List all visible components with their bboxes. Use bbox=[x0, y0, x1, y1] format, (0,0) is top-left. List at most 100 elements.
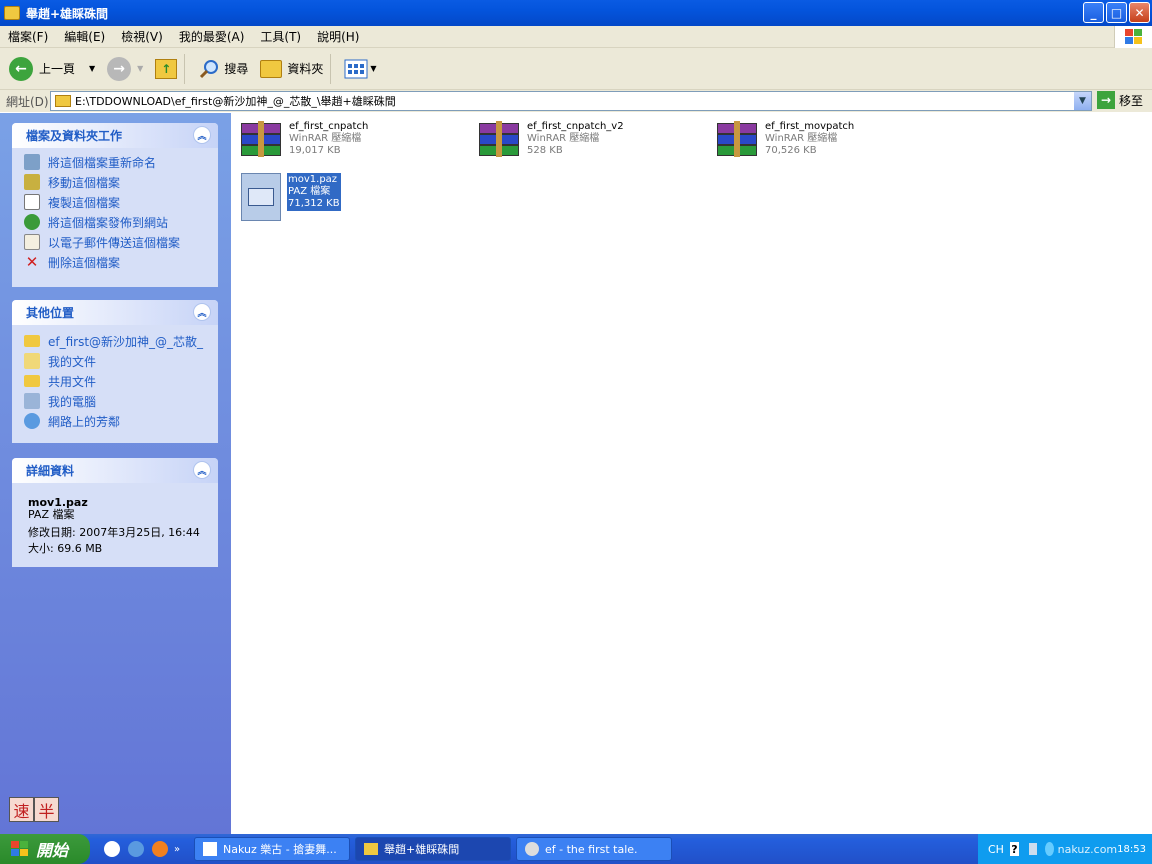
file-size: 528 KB bbox=[527, 145, 563, 156]
folder-icon bbox=[55, 95, 71, 107]
start-button[interactable]: 開始 bbox=[0, 834, 90, 864]
go-arrow-icon: → bbox=[1097, 91, 1115, 109]
task-label: 將這個檔案重新命名 bbox=[48, 155, 157, 170]
place-my-documents[interactable]: 我的文件 bbox=[12, 351, 218, 371]
task-email[interactable]: 以電子郵件傳送這個檔案 bbox=[12, 232, 218, 252]
back-label: 上一頁 bbox=[39, 62, 76, 76]
go-button[interactable]: → 移至 bbox=[1097, 91, 1143, 109]
folder-icon bbox=[4, 6, 20, 20]
panel-title: 其他位置 bbox=[26, 306, 75, 320]
winrar-archive-icon bbox=[239, 121, 283, 159]
task-copy[interactable]: 複製這個檔案 bbox=[12, 192, 218, 212]
folders-button[interactable]: 資料夾 bbox=[257, 52, 326, 86]
clock[interactable]: 18:53 bbox=[1117, 844, 1146, 855]
internet-explorer-icon[interactable] bbox=[128, 841, 144, 857]
minimize-button[interactable]: _ bbox=[1083, 2, 1104, 23]
forward-button[interactable]: → ▼ bbox=[104, 52, 146, 86]
address-dropdown-icon[interactable]: ▼ bbox=[1074, 92, 1091, 110]
maximize-button[interactable]: □ bbox=[1106, 2, 1127, 23]
menu-tools[interactable]: 工具(T) bbox=[252, 28, 309, 45]
other-places-panel: 其他位置 ︽ ef_first@新沙加神_@_芯散_ 我的文件 共用文件 我的電腦… bbox=[12, 300, 218, 443]
file-type: WinRAR 壓縮檔 bbox=[527, 133, 600, 144]
menu-view[interactable]: 檢視(V) bbox=[113, 28, 171, 45]
close-button[interactable]: ✕ bbox=[1129, 2, 1150, 23]
start-label: 開始 bbox=[36, 841, 69, 860]
delete-x-icon: ✕ bbox=[25, 253, 39, 271]
help-icon[interactable]: ? bbox=[1009, 842, 1019, 856]
ime-speed[interactable]: 速 bbox=[9, 797, 34, 822]
views-button[interactable]: ▼ bbox=[341, 52, 379, 86]
address-path: E:\TDDOWNLOAD\ef_first@新沙加神_@_芯散_\舉趙+雄睬硃… bbox=[75, 95, 396, 108]
place-my-computer[interactable]: 我的電腦 bbox=[12, 391, 218, 411]
task-move[interactable]: 移動這個檔案 bbox=[12, 172, 218, 192]
task-label: 將這個檔案發佈到網站 bbox=[48, 215, 169, 230]
panel-title: 詳細資料 bbox=[26, 464, 75, 478]
windows-logo-icon bbox=[11, 841, 28, 856]
menu-favorites[interactable]: 我的最愛(A) bbox=[171, 28, 253, 45]
panel-header[interactable]: 詳細資料 ︽ bbox=[12, 458, 218, 483]
title-bar[interactable]: 舉趙+雄睬硃間 _ □ ✕ bbox=[0, 0, 1152, 26]
window-title: 舉趙+雄睬硃間 bbox=[26, 6, 109, 21]
task-label: 刪除這個檔案 bbox=[48, 255, 121, 270]
computer-icon bbox=[24, 393, 40, 409]
language-indicator[interactable]: CH bbox=[988, 843, 1004, 856]
panel-header[interactable]: 其他位置 ︽ bbox=[12, 300, 218, 325]
place-parent-folder[interactable]: ef_first@新沙加神_@_芯散_ bbox=[12, 331, 218, 351]
toolbar: ← 上一頁 ▼ → ▼ ↑ 搜尋 資料夾 ▼ bbox=[0, 48, 1152, 90]
document-icon bbox=[203, 842, 217, 856]
task-rename[interactable]: 將這個檔案重新命名 bbox=[12, 152, 218, 172]
panel-header[interactable]: 檔案及資料夾工作 ︽ bbox=[12, 123, 218, 148]
network-icon bbox=[24, 413, 40, 429]
media-player-icon[interactable] bbox=[104, 841, 120, 857]
collapse-icon[interactable]: ︽ bbox=[193, 461, 211, 479]
collapse-icon[interactable]: ︽ bbox=[193, 303, 211, 321]
ime-half-width[interactable]: 半 bbox=[34, 797, 59, 822]
file-item-selected[interactable]: mov1.paz PAZ 檔案 71,312 KB bbox=[241, 173, 341, 221]
folder-icon bbox=[24, 375, 40, 387]
taskbar-task-explorer[interactable]: 舉趙+雄睬硃間 bbox=[355, 837, 511, 861]
chevron-down-icon: ▼ bbox=[89, 64, 96, 73]
separator bbox=[184, 53, 186, 84]
back-arrow-icon: ← bbox=[9, 56, 33, 81]
firefox-icon[interactable] bbox=[152, 841, 168, 857]
app-icon bbox=[525, 842, 539, 856]
file-tasks-panel: 檔案及資料夾工作 ︽ 將這個檔案重新命名 移動這個檔案 複製這個檔案 將這個檔案發… bbox=[12, 123, 218, 287]
place-label: 共用文件 bbox=[48, 374, 97, 389]
quicklaunch-more-icon[interactable]: » bbox=[174, 844, 180, 855]
menu-help[interactable]: 說明(H) bbox=[309, 28, 367, 45]
file-item[interactable]: ef_first_cnpatch WinRAR 壓縮檔 19,017 KB bbox=[239, 121, 368, 159]
paz-file-icon bbox=[241, 173, 281, 221]
place-label: 我的文件 bbox=[48, 354, 97, 369]
menu-file[interactable]: 檔案(F) bbox=[0, 28, 56, 45]
place-shared-documents[interactable]: 共用文件 bbox=[12, 371, 218, 391]
task-delete[interactable]: ✕ 刪除這個檔案 bbox=[12, 252, 218, 272]
search-button[interactable]: 搜尋 bbox=[195, 52, 251, 86]
task-label: 以電子郵件傳送這個檔案 bbox=[48, 235, 181, 250]
task-pane: 檔案及資料夾工作 ︽ 將這個檔案重新命名 移動這個檔案 複製這個檔案 將這個檔案發… bbox=[0, 113, 231, 834]
file-item[interactable]: ef_first_movpatch WinRAR 壓縮檔 70,526 KB bbox=[715, 121, 854, 159]
tray-app-icon[interactable] bbox=[1044, 842, 1054, 856]
ime-toolbar[interactable]: 速 半 bbox=[9, 797, 59, 822]
task-label: 複製這個檔案 bbox=[48, 195, 121, 210]
place-network[interactable]: 網路上的芳鄰 bbox=[12, 411, 218, 431]
go-label: 移至 bbox=[1119, 93, 1144, 108]
task-label: 舉趙+雄睬硃間 bbox=[384, 843, 460, 856]
menu-edit[interactable]: 編輯(E) bbox=[56, 28, 113, 45]
taskbar-task-nakuz[interactable]: Nakuz 樂古 - 搶妻舞... bbox=[194, 837, 350, 861]
panel-title: 檔案及資料夾工作 bbox=[26, 129, 123, 143]
address-input[interactable]: E:\TDDOWNLOAD\ef_first@新沙加神_@_芯散_\舉趙+雄睬硃… bbox=[50, 91, 1092, 111]
taskbar-task-ef[interactable]: ef - the first tale. bbox=[516, 837, 672, 861]
file-type: WinRAR 壓縮檔 bbox=[765, 133, 838, 144]
back-button[interactable]: ← 上一頁 ▼ bbox=[6, 52, 98, 86]
details-panel: 詳細資料 ︽ mov1.paz PAZ 檔案 修改日期: 2007年3月25日, … bbox=[12, 458, 218, 567]
documents-icon bbox=[24, 353, 40, 369]
task-publish[interactable]: 將這個檔案發佈到網站 bbox=[12, 212, 218, 232]
up-button[interactable]: ↑ bbox=[152, 52, 180, 86]
separator bbox=[330, 53, 332, 84]
network-tray-icon[interactable] bbox=[1028, 843, 1037, 855]
search-icon bbox=[200, 59, 219, 78]
collapse-icon[interactable]: ︽ bbox=[193, 126, 211, 144]
folder-up-icon: ↑ bbox=[155, 58, 178, 79]
file-item[interactable]: ef_first_cnpatch_v2 WinRAR 壓縮檔 528 KB bbox=[477, 121, 624, 159]
system-tray: CH ? nakuz.com 18:53 bbox=[978, 834, 1152, 864]
